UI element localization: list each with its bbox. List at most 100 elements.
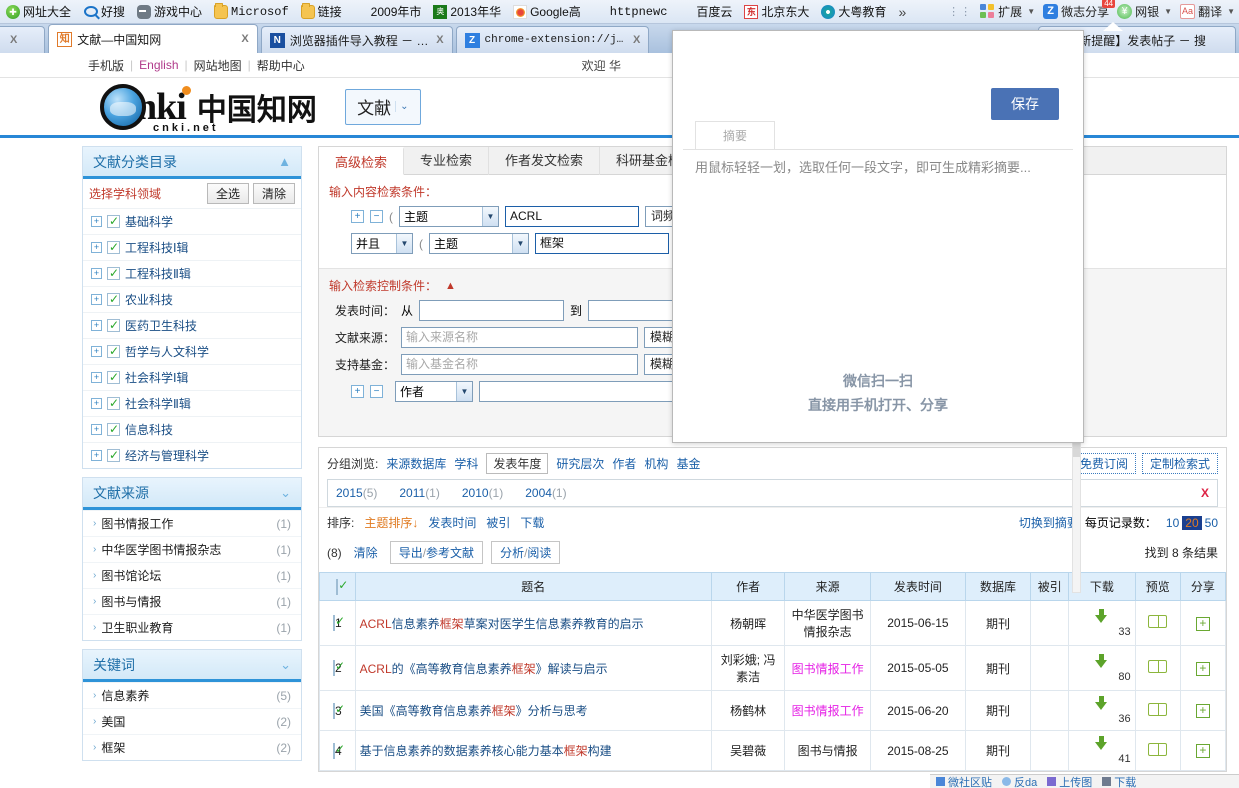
book-preview-icon[interactable]	[1148, 742, 1168, 756]
cnki-logo[interactable]: nki 中国知网 cnki.net	[100, 83, 317, 134]
download-icon[interactable]	[1095, 653, 1108, 668]
browser-tab[interactable]: 网导 X	[0, 26, 46, 53]
row-download-cell[interactable]: 36	[1068, 690, 1136, 731]
row-select-cell[interactable]: 2	[319, 645, 356, 691]
bookmark-item[interactable]: httpnewc	[588, 2, 673, 22]
close-icon[interactable]: X	[241, 33, 248, 45]
row-preview-cell[interactable]	[1134, 690, 1181, 731]
field-select-1[interactable]: 主题 ▼	[399, 206, 499, 227]
link-help[interactable]: 帮助中心	[251, 57, 311, 74]
extension-button-weizhi-share[interactable]: Z 微志分享 44	[1039, 0, 1116, 21]
row-author-cell[interactable]: 杨鹤林	[710, 690, 786, 731]
source-input[interactable]: 输入来源名称	[401, 327, 638, 348]
row-title-cell[interactable]: ACRL信息素养框架草案对医学生信息素养教育的启示	[354, 600, 712, 646]
link-mobile[interactable]: 手机版	[82, 57, 130, 74]
sort-by-download[interactable]: 下载	[520, 514, 544, 531]
chevron-down-icon[interactable]: ⌄	[280, 657, 291, 673]
chevron-down-icon[interactable]: ▼	[1027, 7, 1035, 16]
close-icon[interactable]: X	[436, 34, 443, 46]
checkbox-icon[interactable]	[107, 240, 120, 254]
tab-author-search[interactable]: 作者发文检索	[489, 147, 601, 175]
pagesize-20[interactable]: 20	[1182, 515, 1202, 530]
category-item[interactable]: + 工程科技Ⅱ辑	[83, 260, 301, 286]
extension-button-bank[interactable]: ¥ 网银 ▼	[1113, 2, 1176, 21]
bookmark-item[interactable]: 网址大全	[1, 2, 76, 22]
checkbox-icon[interactable]	[107, 292, 120, 306]
close-icon[interactable]: X	[633, 34, 640, 46]
search-input-2[interactable]: 框架	[535, 233, 669, 254]
add-row-icon[interactable]: +	[351, 210, 364, 223]
category-item[interactable]: + 信息科技	[83, 416, 301, 442]
checkbox-icon[interactable]	[107, 448, 120, 462]
share-plus-icon[interactable]: +	[1195, 661, 1210, 676]
float-item-community[interactable]: 微社区贴	[936, 775, 992, 788]
table-row[interactable]: 4基于信息素养的数据素养核心能力基本框架构建吴碧薇图书与情报2015-08-25…	[319, 730, 1227, 771]
fund-input[interactable]: 输入基金名称	[401, 354, 638, 375]
col-share[interactable]: 分享	[1179, 572, 1227, 601]
checkbox-icon[interactable]	[332, 615, 335, 631]
col-cited[interactable]: 被引	[1030, 572, 1070, 601]
row-author-cell[interactable]: 刘彩娥; 冯素洁	[710, 645, 786, 691]
table-row[interactable]: 1ACRL信息素养框架草案对医学生信息素养教育的启示杨朝晖中华医学图书情报杂志2…	[319, 600, 1227, 646]
expand-icon[interactable]: +	[91, 268, 102, 279]
row-source-cell[interactable]: 图书情报工作	[784, 645, 871, 691]
bookmark-item[interactable]: 2009年市	[349, 2, 427, 22]
tab-professional-search[interactable]: 专业检索	[404, 147, 490, 175]
row-title-link[interactable]: ACRL信息素养框架草案对医学生信息素养教育的启示	[360, 617, 644, 631]
chevron-down-icon[interactable]: ▼	[1227, 7, 1235, 16]
analyze-button[interactable]: 分析	[500, 546, 524, 560]
col-title[interactable]: 题名	[354, 572, 712, 601]
author-field-select[interactable]: 作者 ▼	[395, 381, 473, 402]
category-item[interactable]: + 经济与管理科学	[83, 442, 301, 468]
abstract-tab[interactable]: 摘要	[695, 121, 775, 149]
row-author-cell[interactable]: 吴碧薇	[710, 730, 786, 771]
category-item[interactable]: + 社会科学Ⅰ辑	[83, 364, 301, 390]
sort-by-date[interactable]: 发表时间	[428, 514, 476, 531]
references-button[interactable]: 参考文献	[426, 546, 474, 560]
keyword-item[interactable]: › 信息素养 (5)	[83, 682, 301, 708]
bookmark-item[interactable]: Microsof	[209, 2, 294, 22]
category-item[interactable]: + 哲学与人文科学	[83, 338, 301, 364]
row-title-cell[interactable]: ACRL的《高等教育信息素养框架》解读与启示	[354, 645, 712, 691]
book-preview-icon[interactable]	[1148, 660, 1168, 673]
source-item[interactable]: › 卫生职业教育 (1)	[83, 614, 301, 640]
checkbox-icon[interactable]	[332, 742, 335, 759]
table-row[interactable]: 3美国《高等教育信息素养框架》分析与思考杨鹤林图书情报工作2015-06-20期…	[319, 690, 1227, 731]
category-panel-header[interactable]: 文献分类目录 ▲	[83, 147, 301, 179]
bookmark-item[interactable]: 北京东大	[739, 2, 814, 22]
subscribe-button[interactable]: 免费订阅	[1071, 453, 1136, 474]
row-title-cell[interactable]: 基于信息素养的数据素养核心能力基本框架构建	[354, 730, 712, 771]
author-input[interactable]	[479, 381, 684, 402]
row-author-cell[interactable]: 杨朝晖	[710, 600, 786, 646]
group-tab-year[interactable]: 发表年度	[486, 453, 549, 474]
bookmark-item[interactable]: 大粤教育	[816, 2, 891, 22]
save-button[interactable]: 保存	[991, 88, 1059, 120]
row-share-cell[interactable]: +	[1179, 690, 1227, 731]
row-select-cell[interactable]: 4	[319, 730, 356, 771]
row-title-link[interactable]: ACRL的《高等教育信息素养框架》解读与启示	[360, 662, 608, 676]
row-title-link[interactable]: 基于信息素养的数据素养核心能力基本框架构建	[360, 744, 612, 758]
group-tab-level[interactable]: 研究层次	[556, 455, 604, 472]
expand-icon[interactable]: +	[91, 320, 102, 331]
category-item[interactable]: + 基础科学	[83, 208, 301, 234]
row-share-cell[interactable]: +	[1179, 600, 1227, 646]
link-sitemap[interactable]: 网站地图	[188, 57, 248, 74]
drag-handle-icon[interactable]: ⋮⋮	[944, 6, 976, 17]
category-item[interactable]: + 社会科学Ⅱ辑	[83, 390, 301, 416]
row-preview-cell[interactable]	[1134, 600, 1181, 646]
checkbox-icon[interactable]	[332, 702, 335, 719]
clear-button[interactable]: 清除	[252, 183, 295, 204]
bookmark-item[interactable]: 百度云	[674, 2, 737, 22]
chevron-down-icon[interactable]: ⌄	[395, 101, 409, 112]
chevron-down-icon[interactable]: ▼	[512, 234, 528, 253]
share-plus-icon[interactable]: +	[1195, 616, 1210, 631]
group-tab-author[interactable]: 作者	[612, 455, 636, 472]
bookmark-item[interactable]: 好搜	[78, 2, 130, 22]
expand-icon[interactable]: +	[91, 424, 102, 435]
add-author-icon[interactable]: +	[351, 385, 364, 398]
row-select-cell[interactable]: 1	[319, 600, 356, 646]
float-item-upload[interactable]: 上传图	[1047, 775, 1092, 788]
checkbox-icon[interactable]	[107, 266, 120, 280]
group-tab-database[interactable]: 来源数据库	[386, 455, 446, 472]
row-download-cell[interactable]: 33	[1068, 600, 1136, 646]
